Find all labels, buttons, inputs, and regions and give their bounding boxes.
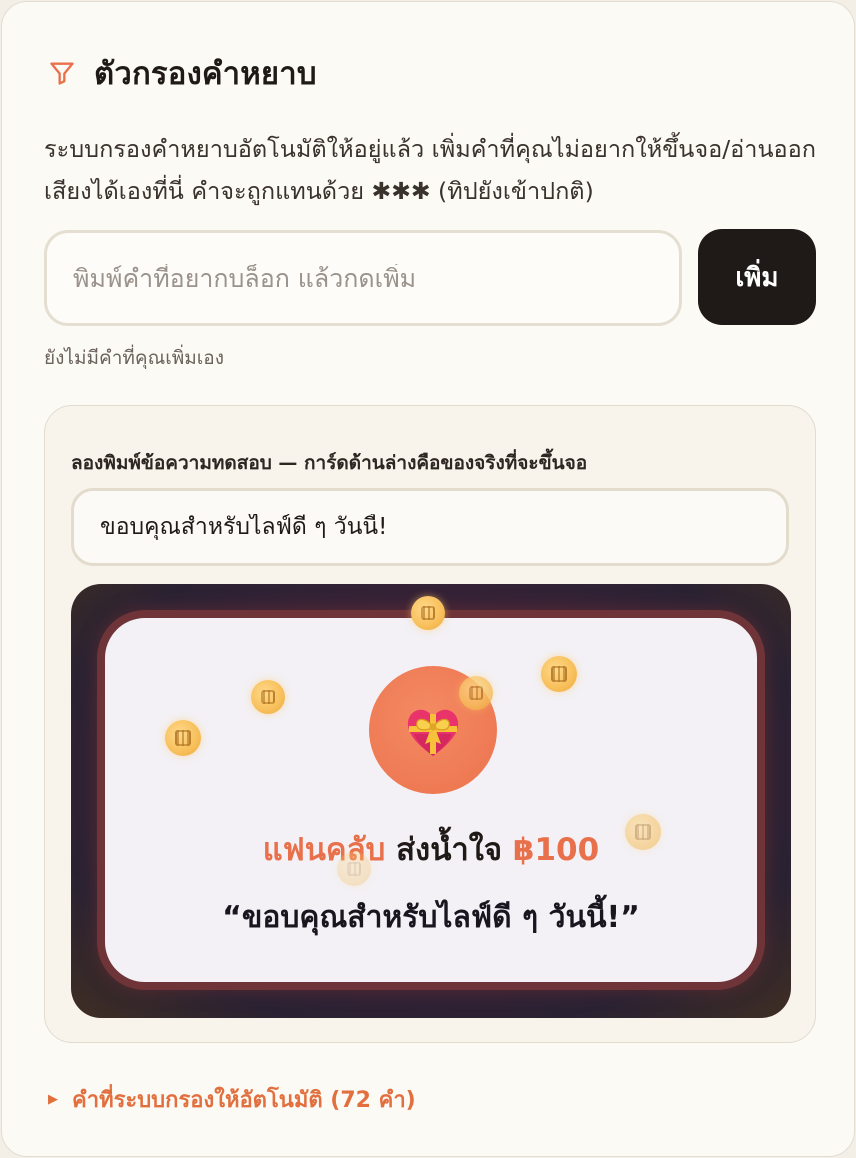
alert-message: “ขอบคุณสำหรับไลฟ์ดี ๆ วันนี้!” [222, 900, 640, 935]
panel-header: ตัวกรองคำหยาบ [46, 50, 317, 96]
auto-filter-words-toggle[interactable]: ▶ คำที่ระบบกรองให้อัตโนมัติ (72 คำ) [48, 1082, 416, 1117]
alert-action: ส่งน้ำใจ [396, 832, 503, 868]
panel-title: ตัวกรองคำหยาบ [94, 56, 317, 92]
coin-icon [411, 596, 445, 630]
coin-icon [165, 720, 201, 756]
blocked-word-input-wrapper[interactable] [44, 230, 682, 326]
filter-icon [46, 57, 78, 89]
test-message-input[interactable] [100, 514, 760, 540]
coin-icon [625, 814, 661, 850]
gift-heart-icon [407, 709, 459, 756]
filter-description: ระบบกรองคำหยาบอัตโนมัติให้อยู่แล้ว เพิ่ม… [44, 135, 816, 205]
tip-amount: ฿100 [512, 832, 600, 868]
custom-words-empty-note: ยังไม่มีคำที่คุณเพิ่มเอง [44, 347, 224, 369]
coin-icon [337, 852, 371, 886]
tip-alert-card: แฟนคลับ ส่งน้ำใจ ฿100 “ขอบคุณสำหรับไลฟ์ด… [97, 610, 765, 990]
profanity-filter-panel: ตัวกรองคำหยาบ ระบบกรองคำหยาบอัตโนมัติให้… [1, 1, 855, 1157]
coin-icon [541, 656, 577, 692]
preview-section: ลองพิมพ์ข้อความทดสอบ — การ์ดด้านล่างคือข… [44, 405, 816, 1043]
test-message-input-wrapper[interactable] [71, 488, 789, 566]
preview-label: ลองพิมพ์ข้อความทดสอบ — การ์ดด้านล่างคือข… [71, 452, 588, 474]
add-word-button[interactable]: เพิ่ม [698, 229, 816, 325]
coin-icon [459, 676, 493, 710]
auto-filter-words-label: คำที่ระบบกรองให้อัตโนมัติ (72 คำ) [72, 1088, 416, 1113]
coin-icon [251, 680, 285, 714]
blocked-word-input[interactable] [73, 263, 653, 293]
triangle-right-icon: ▶ [48, 1092, 58, 1107]
alert-preview-stage: แฟนคลับ ส่งน้ำใจ ฿100 “ขอบคุณสำหรับไลฟ์ด… [71, 584, 791, 1018]
